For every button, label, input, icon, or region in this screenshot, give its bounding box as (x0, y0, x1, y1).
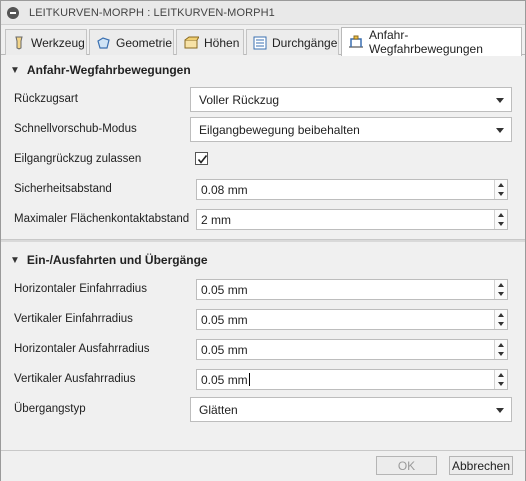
h-exit-radius-input[interactable]: 0.05 mm (196, 339, 508, 360)
tab-label: Höhen (204, 35, 240, 50)
spin-down-icon[interactable] (498, 352, 504, 356)
tab-label: Werkzeug (31, 35, 85, 50)
tab-werkzeug[interactable]: Werkzeug (5, 29, 87, 55)
max-stay-down-label: Maximaler Flächenkontaktabstand (14, 213, 190, 225)
spin-up-icon[interactable] (498, 313, 504, 317)
section-divider (1, 239, 525, 242)
spinner-buttons[interactable] (494, 280, 507, 299)
text-caret (248, 373, 250, 386)
dropdown-arrow-icon (496, 408, 504, 413)
cancel-button[interactable]: Abbrechen (449, 456, 513, 475)
tab-anfahr-wegfahrbewegungen[interactable]: Anfahr-Wegfahrbewegungen (341, 27, 522, 56)
select-value: Eilgangbewegung beibehalten (199, 122, 360, 137)
spinner-buttons[interactable] (494, 180, 507, 199)
spinner-buttons[interactable] (494, 310, 507, 329)
v-exit-radius-input[interactable]: 0.05 mm (196, 369, 508, 390)
section-header-leads[interactable]: ▼ Ein-/Ausfahrten und Übergänge (1, 249, 525, 271)
input-value: 0.05 mm (201, 282, 248, 297)
collapse-triangle-icon: ▼ (10, 64, 20, 76)
rapid-mode-label: Schnellvorschub-Modus (14, 123, 137, 135)
spin-up-icon[interactable] (498, 183, 504, 187)
collapse-triangle-icon: ▼ (10, 254, 20, 266)
allow-rapid-retract-label: Eilgangrückzug zulassen (14, 153, 142, 165)
input-value: 0.05 mm (201, 342, 248, 357)
dialog-window: LEITKURVEN-MORPH : LEITKURVEN-MORPH1 Wer… (0, 0, 526, 481)
h-exit-radius-label: Horizontaler Ausfahrradius (14, 343, 150, 355)
rapid-mode-select[interactable]: Eilgangbewegung beibehalten (190, 117, 512, 142)
spinner-buttons[interactable] (494, 340, 507, 359)
dropdown-arrow-icon (496, 128, 504, 133)
spinner-buttons[interactable] (494, 370, 507, 389)
spin-down-icon[interactable] (498, 322, 504, 326)
max-stay-down-input[interactable]: 2 mm (196, 209, 508, 230)
dialog-footer: OK Abbrechen (1, 450, 525, 481)
transition-type-label: Übergangstyp (14, 403, 86, 415)
geometry-icon (96, 35, 111, 51)
safe-distance-input[interactable]: 0.08 mm (196, 179, 508, 200)
dropdown-arrow-icon (496, 98, 504, 103)
section-title: Ein-/Ausfahrten und Übergänge (26, 253, 208, 267)
tab-hoehen[interactable]: Höhen (176, 29, 244, 55)
section-header-linking[interactable]: ▼ Anfahr-Wegfahrbewegungen (1, 59, 525, 81)
tool-icon (12, 35, 26, 51)
input-value: 2 mm (201, 212, 231, 227)
spin-up-icon[interactable] (498, 343, 504, 347)
tab-geometrie[interactable]: Geometrie (89, 29, 174, 55)
tab-label: Geometrie (116, 35, 173, 50)
allow-rapid-retract-checkbox[interactable] (195, 152, 208, 165)
spin-down-icon[interactable] (498, 222, 504, 226)
spin-down-icon[interactable] (498, 292, 504, 296)
tab-bar: Werkzeug Geometrie Höhen Durchgänge Anfa… (1, 25, 525, 56)
checkmark-icon (197, 155, 208, 164)
input-value: 0.05 mm (201, 372, 248, 387)
tab-label: Anfahr-Wegfahrbewegungen (369, 28, 483, 56)
spin-down-icon[interactable] (498, 192, 504, 196)
spinner-buttons[interactable] (494, 210, 507, 229)
spin-up-icon[interactable] (498, 373, 504, 377)
collapse-icon[interactable] (7, 6, 19, 19)
h-entry-radius-input[interactable]: 0.05 mm (196, 279, 508, 300)
v-entry-radius-input[interactable]: 0.05 mm (196, 309, 508, 330)
spin-down-icon[interactable] (498, 382, 504, 386)
retract-type-label: Rückzugsart (14, 93, 78, 105)
input-value: 0.05 mm (201, 312, 248, 327)
spin-up-icon[interactable] (498, 283, 504, 287)
ok-button[interactable]: OK (376, 456, 437, 475)
dialog-title: LEITKURVEN-MORPH : LEITKURVEN-MORPH1 (29, 6, 275, 19)
select-value: Glätten (199, 402, 238, 417)
tab-durchgaenge[interactable]: Durchgänge (246, 29, 339, 55)
safe-distance-label: Sicherheitsabstand (14, 183, 112, 195)
passes-icon (253, 35, 267, 51)
retract-type-select[interactable]: Voller Rückzug (190, 87, 512, 112)
heights-icon (183, 35, 199, 51)
input-value: 0.08 mm (201, 182, 248, 197)
linking-icon (348, 34, 364, 50)
v-exit-radius-label: Vertikaler Ausfahrradius (14, 373, 136, 385)
select-value: Voller Rückzug (199, 92, 280, 107)
spin-up-icon[interactable] (498, 213, 504, 217)
transition-type-select[interactable]: Glätten (190, 397, 512, 422)
v-entry-radius-label: Vertikaler Einfahrradius (14, 313, 133, 325)
title-bar: LEITKURVEN-MORPH : LEITKURVEN-MORPH1 (1, 1, 525, 25)
tab-label: Durchgänge (272, 35, 338, 50)
section-title: Anfahr-Wegfahrbewegungen (26, 63, 191, 77)
h-entry-radius-label: Horizontaler Einfahrradius (14, 283, 147, 295)
